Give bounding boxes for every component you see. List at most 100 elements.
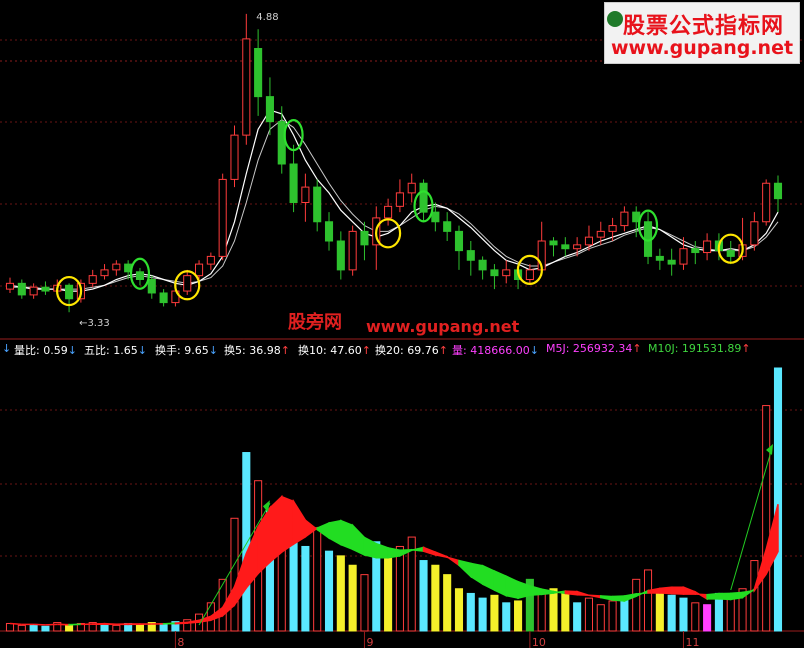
indicator-item: 换手: 9.65↓ [155,344,218,357]
volume-ma-ribbon [564,590,578,596]
candle-body [218,178,227,257]
volume-bar [490,594,499,632]
candle-body [5,282,15,290]
volume-bar [773,367,783,632]
price-high-label: 4.88 [256,12,278,23]
volume-ma-ribbon [552,590,567,595]
candle-body [195,263,204,277]
candle-body [277,121,286,165]
volume-bar [395,545,404,632]
volume-bar [324,550,334,632]
volume-ma-ribbon [292,498,307,546]
site-label-url: www.gupang.net [366,317,520,336]
volume-bar [750,560,759,632]
candle-body [100,269,109,277]
candle-body [230,134,239,180]
candle-body [65,284,74,300]
candle-body [17,282,26,296]
volume-ma-ribbon [434,550,448,559]
volume-bar [301,545,310,632]
x-tick-label: 8 [177,636,184,648]
volume-bar [655,592,664,632]
volume-bar [561,592,570,632]
candle-body [395,192,404,207]
volume-ma-ribbon [363,536,378,559]
volume-bar [100,623,109,632]
candle-body [443,221,452,232]
volume-ma-ribbon [387,546,401,559]
volume-bar [431,564,440,632]
volume-bar [762,405,771,632]
indicator-item: M10J: 191531.89↑ [648,342,751,355]
arrow-up-icon: ↑ [632,342,642,355]
candle-body [525,269,534,280]
candle-body [147,279,156,294]
volume-bar [478,597,487,632]
indicator-item: 换5: 36.98↑ [224,344,290,357]
candle-body [206,255,215,265]
volume-bar [135,623,145,632]
volume-ma-ribbon [694,590,708,601]
volume-bar [537,592,546,632]
arrow-up-icon: ↑ [361,344,371,357]
volume-ma-ribbon [351,523,366,557]
indicator-item: 换20: 69.76↑ [375,344,448,357]
watermark-title: 股票公式指标网 [623,14,785,39]
candle-body [726,250,735,257]
volume-ma-ribbon [659,586,673,595]
arrow-down-icon: ↓ [529,344,539,357]
volume-bar [514,600,523,632]
candle-body [242,38,251,136]
indicator-item: 换10: 47.60↑ [298,344,371,357]
volume-bar [726,597,735,632]
candle-body [183,275,192,292]
candle-body [655,255,664,261]
volume-bar [419,560,428,632]
volume-ma-ribbon [422,546,437,556]
candle-body [431,211,440,223]
candle-body [466,250,475,261]
volume-ma-ribbon [682,586,697,595]
candle-body [703,240,712,254]
candle-body [29,286,38,296]
candle-body [596,230,605,238]
volume-ma-ribbon [588,594,602,599]
volume-bar [691,602,700,632]
volume-bar [679,597,688,632]
volume-bar [466,592,475,632]
volume-ma-ribbon [718,592,732,601]
candle-body [454,230,464,252]
candle-body [584,236,593,246]
indicator-bar: 量比: 0.59↓ 五比: 1.65↓ 换手: 9.65↓ 换5: 36.98↑ 换10… [0,341,804,357]
volume-bar [703,604,712,632]
volume-bar [5,622,15,632]
candle-body [667,259,676,265]
volume-bar [360,574,369,632]
volume-ma-ribbon [340,519,354,551]
volume-bar [454,588,464,632]
volume-ma-ribbon [9,622,22,626]
indicator-item: 量比: 0.59↓ [14,344,77,357]
volume-ma-ribbon [103,622,118,626]
volume-ma-ribbon [446,555,460,567]
volume-ma-ribbon [529,584,543,597]
watermark-box: 股票公式指标网 www.gupang.net [604,2,800,64]
volume-ma-ribbon [162,622,177,625]
volume-bar [41,625,50,632]
volume-ma-ribbon [470,562,484,586]
volume-ma-ribbon [375,542,389,559]
candle-body [112,263,121,271]
volume-ma-ribbon [600,595,614,601]
candle-body [254,48,263,98]
volume-bar [65,624,74,632]
volume-ma-ribbon [670,586,685,595]
volume-bar [29,623,38,632]
candle-body [159,292,168,304]
volume-bar [289,541,298,632]
volume-ma-ribbon [174,621,188,625]
candle-body [313,186,322,223]
arrow-up-icon: ↑ [280,344,290,357]
candle-body [561,244,570,250]
candle-body [679,248,688,265]
candle-body [324,221,334,242]
